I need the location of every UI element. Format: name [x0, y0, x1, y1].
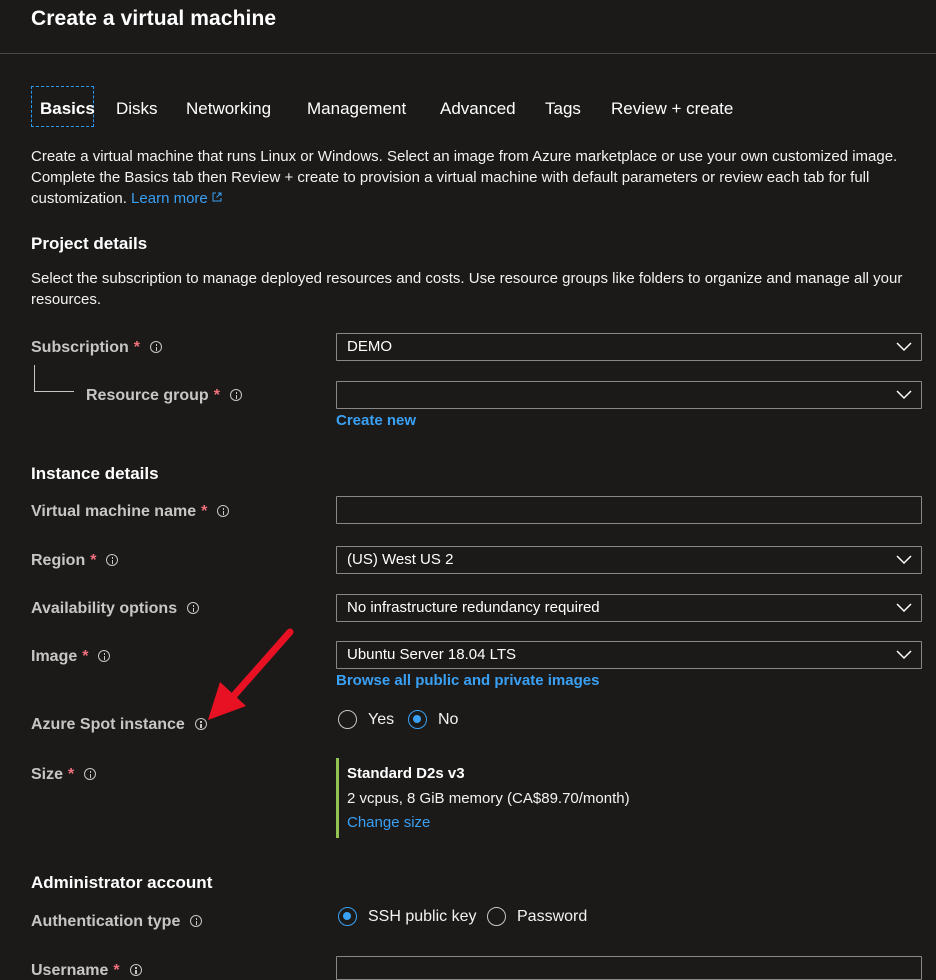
- region-dropdown[interactable]: (US) West US 2: [336, 546, 922, 574]
- tab-management[interactable]: Management: [307, 99, 406, 119]
- resource-group-label: Resource group *: [86, 387, 242, 405]
- admin-account-heading: Administrator account: [31, 873, 213, 892]
- info-icon[interactable]: [229, 389, 242, 401]
- auth-type-label: Authentication type: [31, 913, 203, 931]
- auth-ssh-label[interactable]: SSH public key: [368, 908, 477, 926]
- learn-more-link[interactable]: Learn more: [131, 190, 208, 207]
- spot-yes-radio[interactable]: [338, 710, 357, 729]
- tab-review-create[interactable]: Review + create: [611, 99, 733, 119]
- external-link-icon: [212, 192, 222, 202]
- availability-options-dropdown[interactable]: No infrastructure redundancy required: [336, 594, 922, 622]
- page-title: Create a virtual machine: [31, 7, 277, 30]
- info-icon[interactable]: [106, 554, 119, 566]
- vm-name-label: Virtual machine name *: [31, 503, 230, 521]
- spot-yes-label[interactable]: Yes: [368, 711, 394, 729]
- spot-no-radio[interactable]: [408, 710, 427, 729]
- auth-password-label[interactable]: Password: [517, 908, 587, 926]
- resource-group-dropdown[interactable]: [336, 381, 922, 409]
- image-label: Image *: [31, 648, 111, 666]
- intro-paragraph: Create a virtual machine that runs Linux…: [31, 146, 921, 209]
- tab-disks[interactable]: Disks: [116, 99, 158, 119]
- info-icon[interactable]: [190, 915, 203, 927]
- size-description: 2 vcpus, 8 GiB memory (CA$89.70/month): [347, 790, 630, 807]
- azure-spot-label: Azure Spot instance: [31, 716, 207, 734]
- availability-options-label: Availability options: [31, 600, 200, 618]
- tab-networking[interactable]: Networking: [186, 99, 271, 119]
- change-size-link[interactable]: Change size: [347, 814, 430, 831]
- tab-advanced[interactable]: Advanced: [440, 99, 516, 119]
- tab-basics[interactable]: Basics: [40, 99, 95, 119]
- tree-connector: [34, 365, 35, 391]
- chevron-down-icon: [896, 390, 912, 400]
- project-details-heading: Project details: [31, 234, 148, 253]
- info-icon[interactable]: [98, 650, 111, 662]
- info-icon[interactable]: [187, 602, 200, 614]
- size-label: Size *: [31, 766, 97, 784]
- subscription-dropdown[interactable]: DEMO: [336, 333, 922, 361]
- header-divider: [0, 53, 936, 54]
- spot-no-label[interactable]: No: [438, 711, 458, 729]
- vm-name-input[interactable]: [336, 496, 922, 524]
- size-name: Standard D2s v3: [347, 765, 465, 782]
- tab-tags[interactable]: Tags: [545, 99, 581, 119]
- chevron-down-icon: [896, 603, 912, 613]
- info-icon[interactable]: [129, 964, 142, 976]
- subscription-label: Subscription *: [31, 339, 163, 357]
- image-dropdown[interactable]: Ubuntu Server 18.04 LTS: [336, 641, 922, 669]
- region-label: Region *: [31, 552, 119, 570]
- username-input[interactable]: [336, 956, 922, 980]
- chevron-down-icon: [896, 342, 912, 352]
- tree-connector-horizontal: [34, 391, 74, 392]
- username-label: Username *: [31, 962, 142, 980]
- project-details-description: Select the subscription to manage deploy…: [31, 270, 903, 308]
- info-icon[interactable]: [150, 341, 163, 353]
- info-icon[interactable]: [84, 768, 97, 780]
- info-icon[interactable]: [217, 505, 230, 517]
- auth-ssh-radio[interactable]: [338, 907, 357, 926]
- chevron-down-icon: [896, 650, 912, 660]
- size-accent-bar: [336, 758, 339, 838]
- auth-password-radio[interactable]: [487, 907, 506, 926]
- browse-images-link[interactable]: Browse all public and private images: [336, 672, 599, 689]
- chevron-down-icon: [896, 555, 912, 565]
- annotation-arrow-icon: [208, 628, 294, 720]
- create-new-link[interactable]: Create new: [336, 412, 416, 429]
- instance-details-heading: Instance details: [31, 464, 159, 483]
